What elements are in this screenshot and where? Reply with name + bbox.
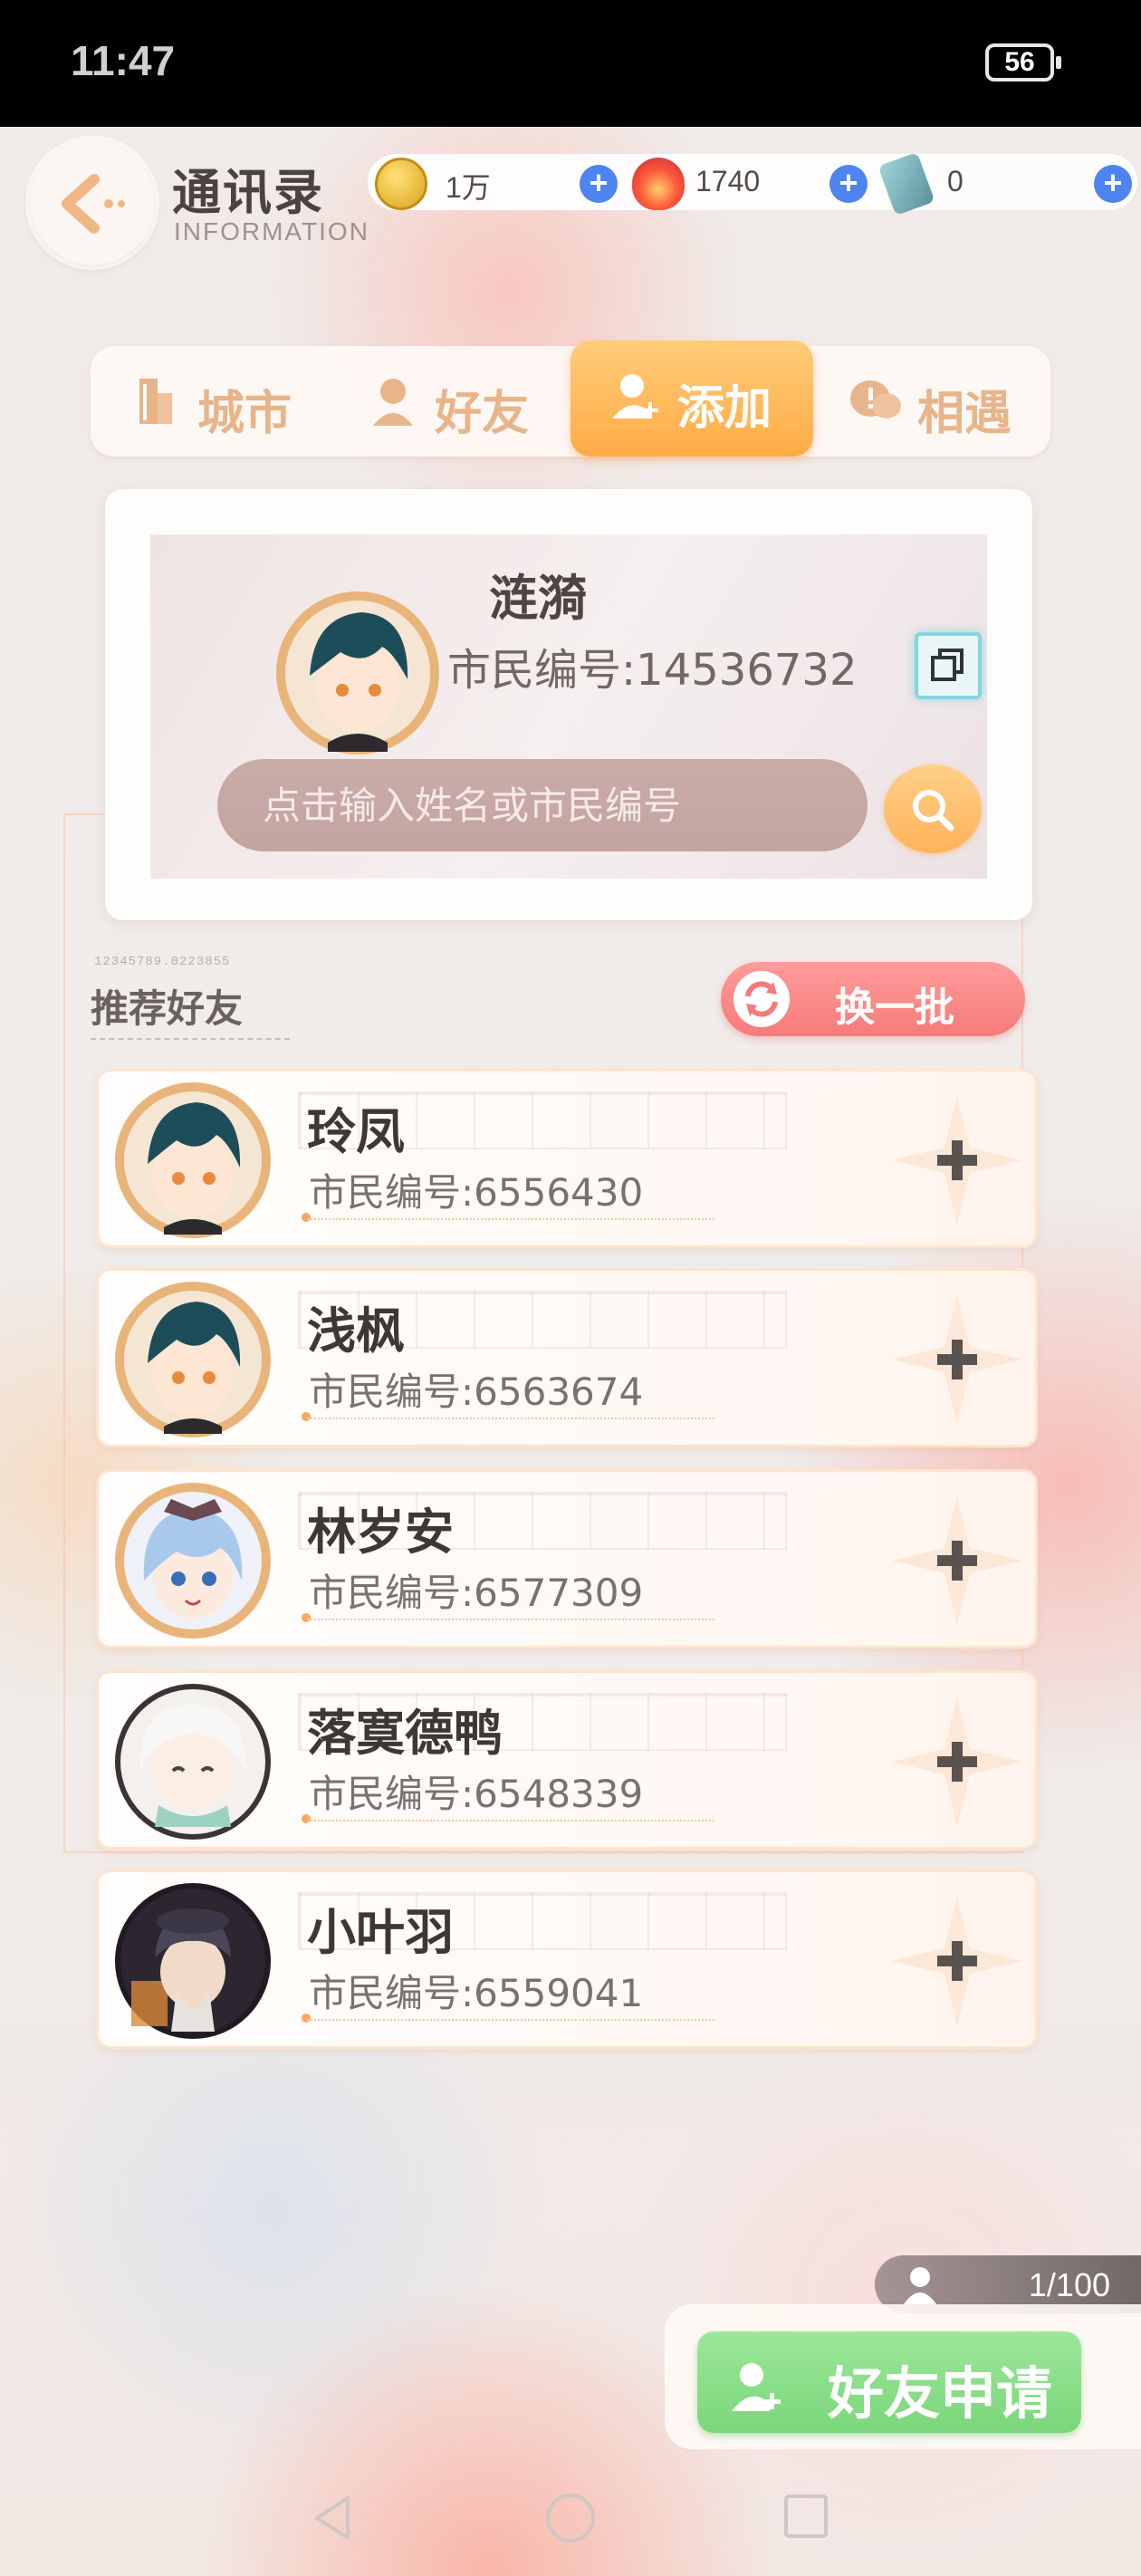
friend-citizen-id: 市民编号:6559041 bbox=[309, 1971, 644, 2015]
friend-name: 落寞德鸭 bbox=[307, 1705, 503, 1762]
decor-dot bbox=[302, 1412, 311, 1421]
page-subtitle: INFORMATION bbox=[174, 217, 369, 245]
friend-card: 浅枫 市民编号:6563674 bbox=[96, 1268, 1038, 1447]
request-count: 1/100 bbox=[1028, 2266, 1110, 2303]
tab-bar: 城市 好友 添加 相遇 bbox=[91, 341, 1050, 457]
my-avatar bbox=[276, 591, 439, 755]
friend-citizen-id: 市民编号:6548339 bbox=[309, 1772, 644, 1816]
tab-friends[interactable]: 好友 bbox=[328, 346, 568, 457]
friend-citizen-id: 市民编号:6556430 bbox=[309, 1170, 644, 1215]
tab-add-label: 添加 bbox=[677, 381, 772, 436]
add-friend-button[interactable] bbox=[887, 1490, 1028, 1631]
refresh-batch-label: 换一批 bbox=[835, 985, 954, 1031]
add-ticket-button[interactable]: + bbox=[1094, 165, 1132, 203]
status-time: 11:47 bbox=[71, 37, 176, 84]
friend-avatar bbox=[115, 1082, 271, 1238]
currency-crystal: 1740 + bbox=[632, 156, 886, 212]
friend-request-label: 好友申请 bbox=[828, 2360, 1053, 2427]
currency-bar: 1万 + 1740 + 0 + bbox=[368, 151, 1139, 216]
search-icon bbox=[913, 790, 954, 831]
back-button[interactable] bbox=[31, 141, 154, 264]
decor-line bbox=[307, 1820, 714, 1821]
decor-line bbox=[307, 1418, 714, 1419]
copy-id-button[interactable] bbox=[915, 632, 982, 699]
friend-name: 林岁安 bbox=[307, 1504, 454, 1561]
tab-add[interactable]: 添加 bbox=[570, 341, 813, 457]
decor-dot bbox=[302, 1814, 311, 1823]
nav-home-icon[interactable] bbox=[542, 2491, 599, 2549]
add-friend-button[interactable] bbox=[887, 1691, 1028, 1832]
decor-dot bbox=[302, 1613, 311, 1622]
recommend-title: 推荐好友 bbox=[91, 986, 244, 1031]
nav-recents-icon[interactable] bbox=[779, 2491, 833, 2545]
add-friend-icon bbox=[612, 374, 658, 418]
friend-card: 小叶羽 市民编号:6559041 bbox=[96, 1870, 1038, 2049]
friend-avatar bbox=[115, 1282, 271, 1437]
friend-card: 落寞德鸭 市民编号:6548339 bbox=[96, 1670, 1038, 1850]
my-citizen-id: 市民编号:14536732 bbox=[447, 645, 858, 696]
tab-friends-label: 好友 bbox=[435, 387, 530, 441]
search-button[interactable] bbox=[884, 764, 982, 853]
friend-citizen-id: 市民编号:6577309 bbox=[309, 1571, 644, 1615]
tab-encounter-label: 相遇 bbox=[917, 387, 1012, 441]
currency-gold-value: 1万 bbox=[446, 171, 491, 204]
add-friend-icon bbox=[732, 2363, 781, 2411]
red-crystal-icon bbox=[632, 158, 685, 210]
decor-line bbox=[307, 1619, 714, 1620]
currency-ticket-value: 0 bbox=[947, 165, 964, 197]
add-crystal-button[interactable]: + bbox=[829, 165, 868, 203]
friend-avatar bbox=[115, 1684, 271, 1840]
friend-name: 浅枫 bbox=[307, 1302, 405, 1360]
battery-icon: 56 bbox=[985, 43, 1061, 82]
add-friend-button[interactable] bbox=[887, 1890, 1028, 2032]
copy-icon bbox=[931, 649, 964, 681]
person-icon bbox=[904, 2267, 936, 2304]
search-panel bbox=[105, 489, 1032, 920]
my-name: 涟漪 bbox=[489, 570, 587, 627]
system-nav-bar bbox=[0, 2473, 1141, 2576]
currency-crystal-value: 1740 bbox=[695, 165, 761, 197]
friend-request-button[interactable]: 好友申请 bbox=[697, 2331, 1081, 2433]
friend-card: 玲凤 市民编号:6556430 bbox=[96, 1069, 1038, 1248]
encounter-icon bbox=[850, 380, 901, 418]
back-arrow-icon bbox=[62, 174, 125, 234]
decor-line bbox=[307, 2019, 714, 2021]
tab-encounter[interactable]: 相遇 bbox=[810, 346, 1050, 457]
nav-back-icon[interactable] bbox=[306, 2491, 360, 2545]
friend-name: 玲凤 bbox=[307, 1103, 405, 1160]
gold-coin-icon bbox=[375, 158, 427, 210]
decor-dot bbox=[302, 1213, 311, 1222]
status-bar: 11:47 56 bbox=[0, 0, 1141, 127]
friend-icon bbox=[373, 379, 413, 426]
search-input[interactable] bbox=[217, 759, 868, 851]
friend-avatar bbox=[115, 1483, 271, 1639]
add-gold-button[interactable]: + bbox=[580, 165, 618, 203]
add-friend-button[interactable] bbox=[887, 1289, 1028, 1430]
blue-ticket-icon bbox=[877, 151, 935, 216]
tab-city-label: 城市 bbox=[197, 387, 292, 441]
page-title: 通讯录 bbox=[172, 164, 324, 221]
friend-name: 小叶羽 bbox=[307, 1904, 454, 1961]
currency-gold: 1万 + bbox=[369, 156, 623, 212]
city-icon bbox=[139, 379, 172, 424]
decor-line bbox=[307, 1218, 714, 1220]
friend-citizen-id: 市民编号:6563674 bbox=[309, 1370, 644, 1414]
currency-ticket: 0 + bbox=[877, 151, 1139, 216]
add-friend-button[interactable] bbox=[887, 1090, 1028, 1231]
decor-dot bbox=[302, 2014, 311, 2023]
decorative-code: 12345789.0223855 bbox=[94, 955, 231, 969]
refresh-batch-button[interactable]: 换一批 bbox=[721, 962, 1025, 1036]
tab-city[interactable]: 城市 bbox=[91, 346, 331, 457]
refresh-icon bbox=[734, 971, 790, 1027]
friend-card: 林岁安 市民编号:6577309 bbox=[96, 1469, 1038, 1648]
recommend-underline bbox=[91, 1038, 290, 1040]
friend-avatar bbox=[115, 1883, 271, 2039]
